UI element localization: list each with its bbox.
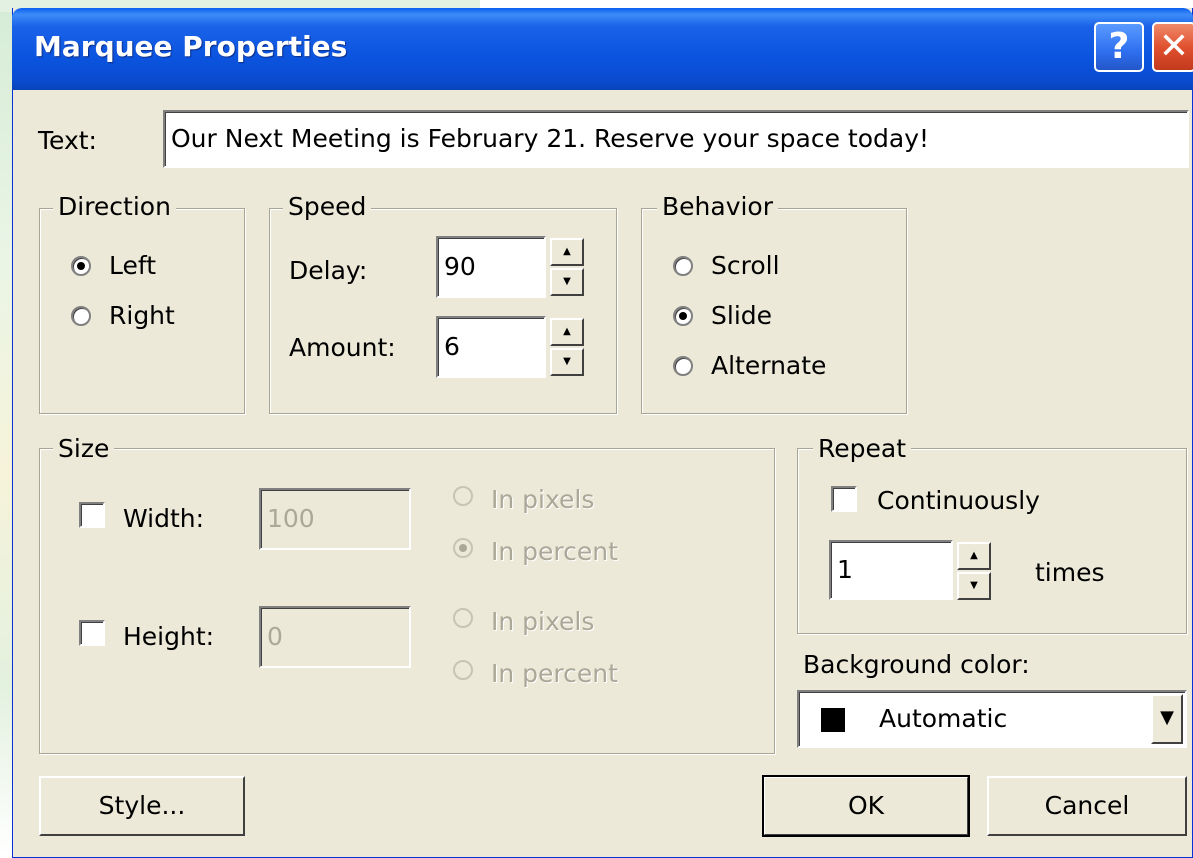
style-button[interactable]: Style...: [39, 776, 245, 836]
repeat-spinner[interactable]: ▲ ▼: [957, 542, 991, 600]
color-swatch: [821, 708, 845, 732]
spin-down-icon: ▼: [970, 580, 978, 591]
width-checkbox[interactable]: [79, 502, 105, 528]
amount-spinner[interactable]: ▲ ▼: [550, 318, 584, 376]
marquee-properties-dialog: Marquee Properties ? ✕ Text: Our Next Me…: [12, 8, 1193, 858]
close-button[interactable]: ✕: [1152, 22, 1193, 72]
direction-right-radio[interactable]: [71, 306, 91, 326]
delay-spinner[interactable]: ▲ ▼: [550, 238, 584, 296]
spin-down-icon: ▼: [563, 276, 571, 287]
repeat-count-input[interactable]: 1: [829, 540, 953, 600]
close-icon: ✕: [1158, 26, 1190, 67]
behavior-alternate-label[interactable]: Alternate: [711, 351, 826, 380]
background-color-dropdown[interactable]: Automatic ▼: [797, 690, 1187, 748]
help-button[interactable]: ?: [1094, 22, 1144, 72]
width-percent-label[interactable]: In percent: [491, 537, 618, 566]
behavior-slide-radio[interactable]: [673, 306, 693, 326]
height-pixels-label[interactable]: In pixels: [491, 607, 594, 636]
continuously-checkbox[interactable]: [831, 486, 857, 512]
behavior-scroll-radio[interactable]: [673, 256, 693, 276]
amount-spin-up[interactable]: ▲: [550, 318, 584, 346]
spin-up-icon: ▲: [563, 246, 571, 257]
height-pixels-radio[interactable]: [453, 608, 473, 628]
size-legend: Size: [53, 434, 115, 463]
title-bar[interactable]: Marquee Properties ? ✕: [12, 8, 1193, 90]
background-color-label: Background color:: [803, 650, 1030, 679]
direction-right-label[interactable]: Right: [109, 301, 175, 330]
text-label: Text:: [38, 126, 97, 155]
continuously-label[interactable]: Continuously: [877, 486, 1040, 515]
behavior-scroll-label[interactable]: Scroll: [711, 251, 780, 280]
times-label: times: [1035, 558, 1105, 587]
height-label[interactable]: Height:: [123, 622, 214, 651]
height-checkbox[interactable]: [79, 620, 105, 646]
marquee-text-input[interactable]: Our Next Meeting is February 21. Reserve…: [163, 110, 1189, 168]
cancel-button[interactable]: Cancel: [987, 776, 1187, 836]
spin-up-icon: ▲: [563, 326, 571, 337]
spin-up-icon: ▲: [970, 550, 978, 561]
behavior-legend: Behavior: [657, 192, 779, 221]
repeat-spin-down[interactable]: ▼: [957, 572, 991, 600]
dropdown-arrow-button[interactable]: ▼: [1151, 694, 1183, 744]
amount-spin-down[interactable]: ▼: [550, 348, 584, 376]
behavior-alternate-radio[interactable]: [673, 356, 693, 376]
chevron-down-icon: ▼: [1160, 707, 1174, 728]
width-pixels-radio[interactable]: [453, 486, 473, 506]
dialog-title: Marquee Properties: [34, 30, 348, 63]
behavior-slide-label[interactable]: Slide: [711, 301, 772, 330]
delay-spin-up[interactable]: ▲: [550, 238, 584, 266]
speed-legend: Speed: [283, 192, 372, 221]
delay-label: Delay:: [289, 256, 368, 285]
ok-button[interactable]: OK: [762, 775, 970, 837]
amount-label: Amount:: [289, 333, 396, 362]
repeat-spin-up[interactable]: ▲: [957, 542, 991, 570]
background-color-value: Automatic: [879, 704, 1008, 733]
direction-left-label[interactable]: Left: [109, 251, 156, 280]
direction-legend: Direction: [53, 192, 176, 221]
delay-input[interactable]: 90: [436, 236, 546, 298]
width-input[interactable]: 100: [259, 488, 411, 550]
height-percent-radio[interactable]: [453, 660, 473, 680]
height-percent-label[interactable]: In percent: [491, 659, 618, 688]
direction-left-radio[interactable]: [71, 256, 91, 276]
width-percent-radio[interactable]: [453, 538, 473, 558]
repeat-legend: Repeat: [813, 434, 912, 463]
width-label[interactable]: Width:: [123, 504, 204, 533]
amount-input[interactable]: 6: [436, 316, 546, 378]
help-icon: ?: [1108, 26, 1130, 67]
spin-down-icon: ▼: [563, 356, 571, 367]
width-pixels-label[interactable]: In pixels: [491, 485, 594, 514]
height-input[interactable]: 0: [259, 606, 411, 668]
delay-spin-down[interactable]: ▼: [550, 268, 584, 296]
